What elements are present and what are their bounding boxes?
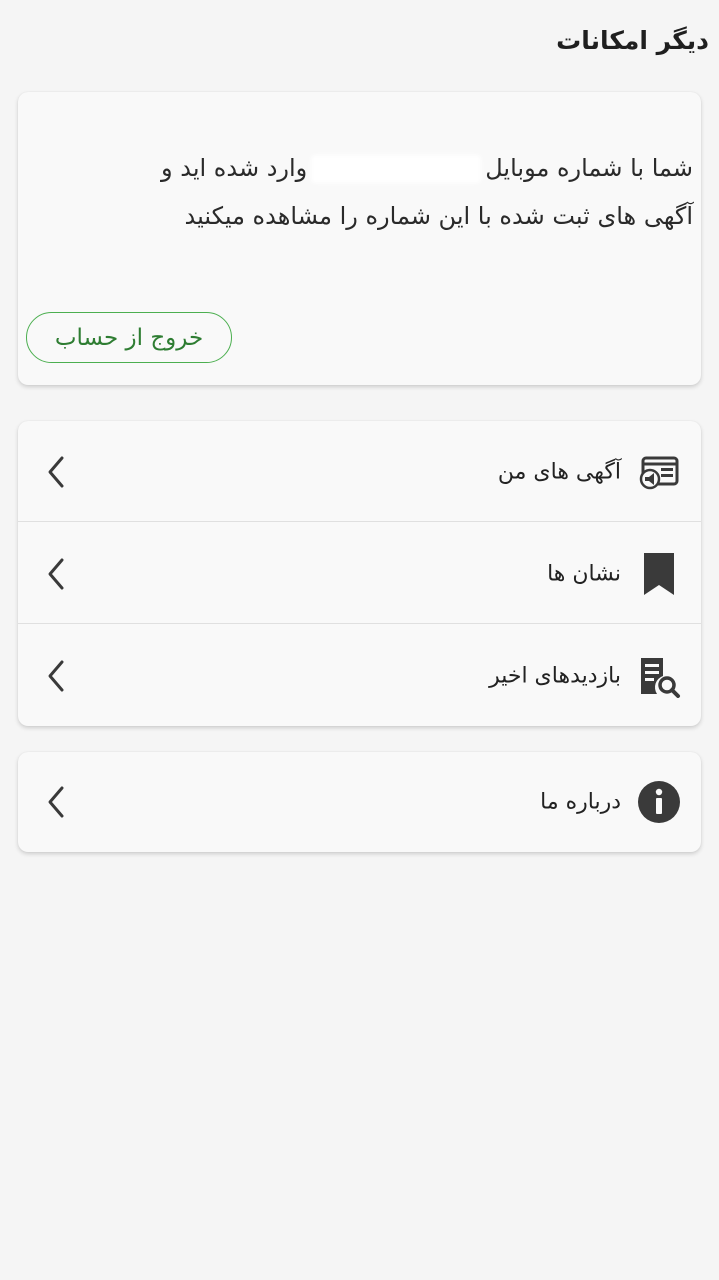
about-card: درباره ما [18,752,701,852]
chevron-left-icon [48,786,64,818]
account-message-line1-end: وارد شده اید و [161,154,308,182]
ads-icon [635,448,683,496]
account-message-line1-start: شما با شماره موبایل [485,154,693,182]
logout-button[interactable]: خروج از حساب [26,312,232,363]
chevron-left-icon [48,660,64,691]
redacted-phone-number [311,155,482,183]
chevron-left-icon [48,456,64,487]
divider [18,622,701,624]
menu-item-label: نشان ها [547,561,621,586]
chevron-left-icon [48,558,64,589]
account-message-line2: آگهی های ثبت شده با این شماره را مشاهده … [184,202,693,230]
menu-item-recent-views[interactable]: بازدیدهای اخیر [18,625,701,726]
page-title: دیگر امکانات [556,26,709,55]
recent-views-icon [635,652,683,700]
menu-item-label: درباره ما [540,789,621,815]
bookmark-icon [635,550,683,598]
menu-card: آگهی های من نشان ها بازدیدهای اخیر [18,421,701,726]
menu-item-label: آگهی های من [497,459,621,484]
account-message: شما با شماره موبایل وارد شده اید و آگهی ه… [42,144,693,240]
menu-item-my-ads[interactable]: آگهی های من [18,421,701,522]
info-icon [635,778,683,826]
account-card: شما با شماره موبایل وارد شده اید و آگهی ه… [18,92,701,385]
menu-item-label: بازدیدهای اخیر [489,663,621,688]
menu-item-about[interactable]: درباره ما [18,752,701,852]
menu-item-bookmarks[interactable]: نشان ها [18,523,701,624]
divider [18,520,701,522]
